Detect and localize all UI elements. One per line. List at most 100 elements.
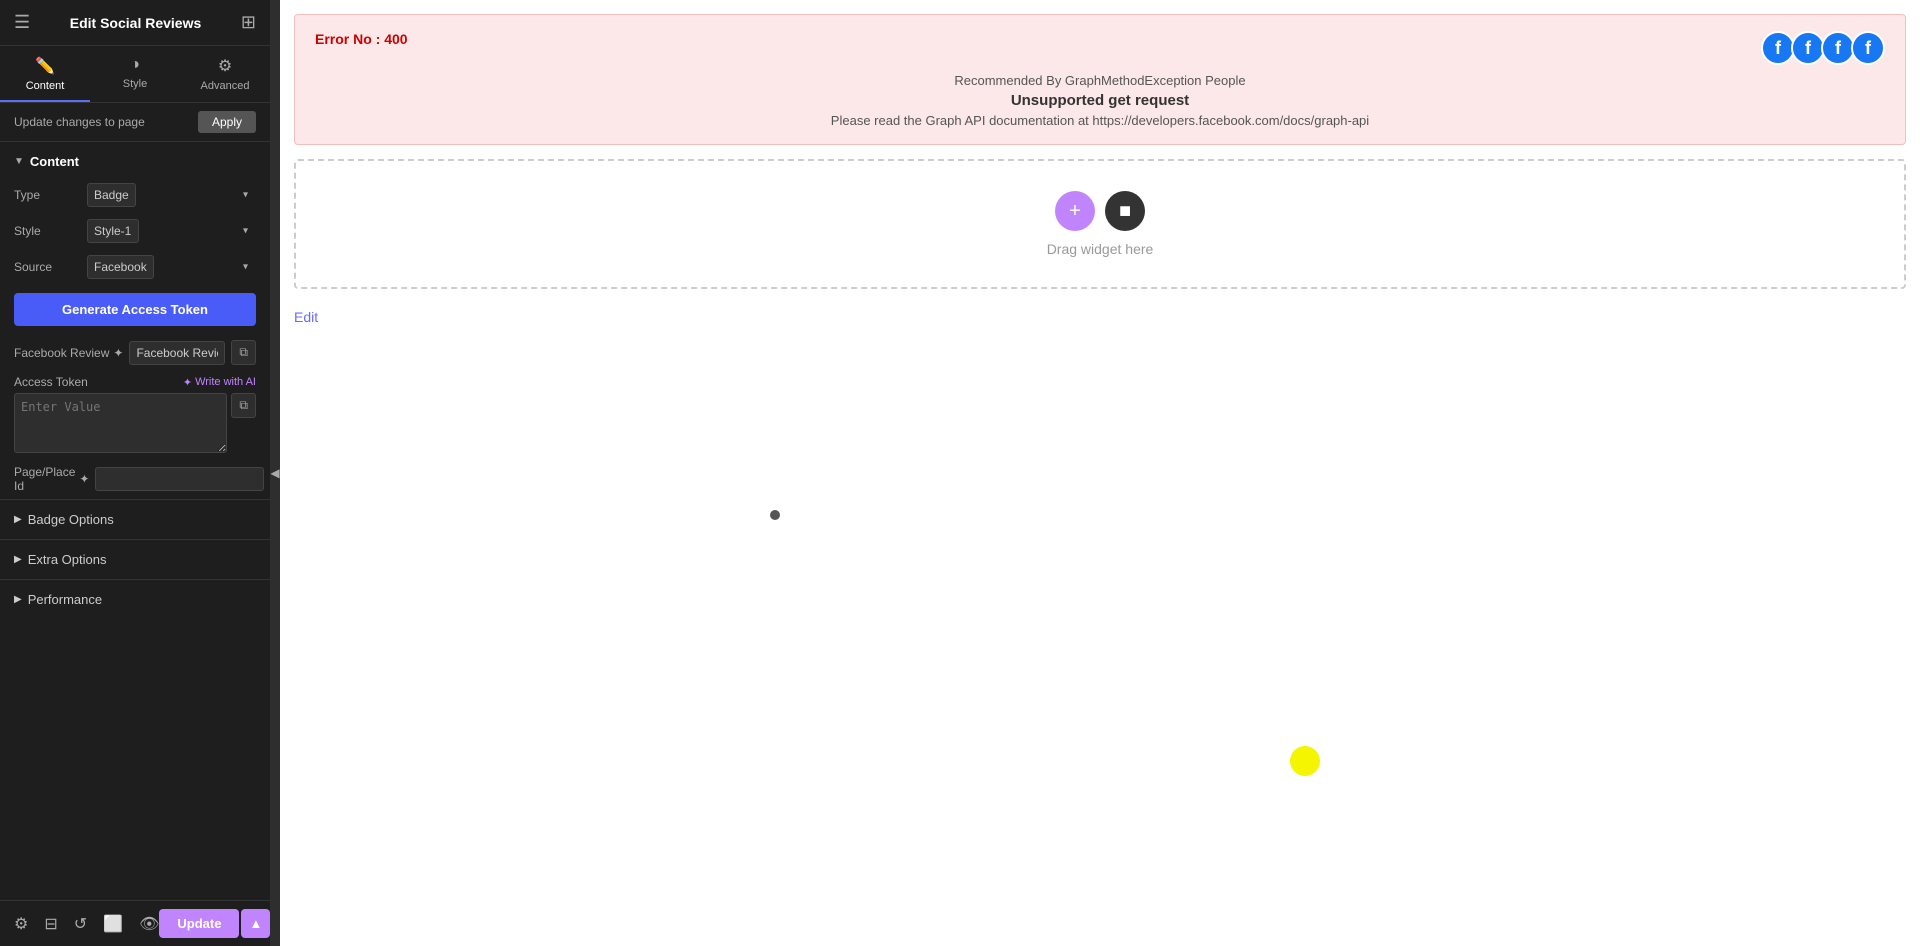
badge-options-header[interactable]: ▶ Badge Options: [0, 500, 270, 539]
sidebar-body: ▼ Content Type Badge Style Style-1 Sourc…: [0, 142, 270, 900]
facebook-review-label: Facebook Review ✦: [14, 346, 123, 360]
facebook-review-select[interactable]: Facebook Reviews: [129, 341, 225, 365]
sidebar-footer: ⚙ ⊟ ↺ ⬜ 👁 Update ▲: [0, 900, 270, 946]
extra-options-header[interactable]: ▶ Extra Options: [0, 540, 270, 579]
cursor-dot: [770, 510, 780, 520]
access-token-section: Access Token ✦ Write with AI ⧉: [0, 371, 270, 459]
apply-button[interactable]: Apply: [198, 111, 256, 133]
extra-options-label: Extra Options: [28, 552, 107, 567]
chevron-up-button[interactable]: ▲: [241, 909, 270, 938]
tabs-bar: ✏️ Content ◑ Style ⚙ Advanced: [0, 46, 270, 103]
style-field-row: Style Style-1: [0, 213, 270, 249]
page-place-id-row: Page/Place Id ✦ ⧉: [0, 459, 270, 499]
page-place-id-label: Page/Place Id ✦: [14, 465, 89, 493]
page-place-id-label-text: Page/Place Id: [14, 465, 75, 493]
facebook-review-row: Facebook Review ✦ Facebook Reviews ⧉: [0, 334, 270, 371]
sidebar-header: ☰ Edit Social Reviews ⊞: [0, 0, 270, 46]
badge-options-label: Badge Options: [28, 512, 114, 527]
write-ai-label: Write with AI: [195, 376, 256, 388]
tab-style[interactable]: ◑ Style: [90, 46, 180, 102]
type-select-wrapper: Badge: [87, 183, 256, 207]
advanced-tab-icon: ⚙: [218, 56, 232, 76]
error-box: Error No : 400 f f f f Recommended By Gr…: [294, 14, 1906, 145]
drag-widget-icons: + ■: [1055, 191, 1145, 231]
style-tab-icon: ◑: [130, 56, 140, 74]
grid-icon[interactable]: ⊞: [241, 12, 256, 33]
style-select[interactable]: Style-1: [87, 219, 139, 243]
history-footer-icon[interactable]: ↺: [74, 914, 87, 934]
update-bar: Update changes to page Apply: [0, 103, 270, 142]
generate-access-token-button[interactable]: Generate Access Token: [14, 293, 256, 326]
badge-options-arrow: ▶: [14, 514, 22, 525]
layers-footer-icon[interactable]: ⊟: [44, 914, 57, 934]
sidebar-collapse-handle[interactable]: ◀: [270, 0, 280, 946]
sparkle-ai-icon: ✦: [183, 376, 192, 389]
extra-options-arrow: ▶: [14, 554, 22, 565]
fb-icon-1: f: [1761, 31, 1795, 65]
advanced-tab-label: Advanced: [201, 80, 250, 92]
error-header: Error No : 400 f f f f: [315, 31, 1885, 65]
edit-link[interactable]: Edit: [280, 303, 332, 331]
content-section-label: Content: [30, 154, 79, 169]
content-section-header[interactable]: ▼ Content: [0, 142, 270, 177]
access-token-textarea[interactable]: [14, 393, 227, 453]
error-number: Error No : 400: [315, 31, 408, 47]
fb-review-select-wrapper: Facebook Reviews: [129, 341, 225, 365]
type-select[interactable]: Badge: [87, 183, 136, 207]
eye-footer-icon[interactable]: 👁: [139, 914, 159, 934]
performance-label: Performance: [28, 592, 102, 607]
source-select-wrapper: Facebook: [87, 255, 256, 279]
access-token-label-row: Access Token ✦ Write with AI: [14, 375, 256, 389]
sidebar-title: Edit Social Reviews: [70, 15, 202, 31]
error-recommended: Recommended By GraphMethodException Peop…: [315, 73, 1885, 88]
settings-footer-icon[interactable]: ⚙: [14, 914, 28, 934]
sparkle-icon: ✦: [113, 346, 123, 360]
source-select[interactable]: Facebook: [87, 255, 154, 279]
fb-icons: f f f f: [1761, 31, 1885, 65]
widget-icon[interactable]: ■: [1105, 191, 1145, 231]
drag-widget-area: + ■ Drag widget here: [294, 159, 1906, 289]
facebook-review-label-text: Facebook Review: [14, 346, 109, 360]
footer-icons: ⚙ ⊟ ↺ ⬜ 👁: [14, 914, 159, 934]
error-please-read: Please read the Graph API documentation …: [315, 113, 1885, 128]
sidebar: ☰ Edit Social Reviews ⊞ ✏️ Content ◑ Sty…: [0, 0, 270, 946]
error-body: Recommended By GraphMethodException Peop…: [315, 73, 1885, 128]
source-label: Source: [14, 260, 79, 274]
style-tab-label: Style: [123, 78, 147, 90]
add-widget-button[interactable]: +: [1055, 191, 1095, 231]
hamburger-icon[interactable]: ☰: [14, 12, 30, 33]
badge-options-section: ▶ Badge Options: [0, 499, 270, 539]
style-label: Style: [14, 224, 79, 238]
write-with-ai-button[interactable]: ✦ Write with AI: [183, 376, 256, 389]
access-token-copy-button[interactable]: ⧉: [231, 393, 256, 418]
yellow-dot-indicator: [1290, 746, 1320, 776]
performance-header[interactable]: ▶ Performance: [0, 580, 270, 619]
content-tab-icon: ✏️: [35, 56, 55, 76]
source-field-row: Source Facebook: [0, 249, 270, 285]
extra-options-section: ▶ Extra Options: [0, 539, 270, 579]
page-place-id-input[interactable]: [95, 467, 264, 491]
main-content: Error No : 400 f f f f Recommended By Gr…: [280, 0, 1920, 946]
fb-icon-2: f: [1791, 31, 1825, 65]
drag-widget-text: Drag widget here: [1047, 241, 1154, 257]
facebook-review-copy-button[interactable]: ⧉: [231, 340, 256, 365]
performance-arrow: ▶: [14, 594, 22, 605]
error-unsupported: Unsupported get request: [315, 92, 1885, 109]
access-token-label: Access Token: [14, 375, 88, 389]
content-tab-label: Content: [26, 80, 65, 92]
performance-section: ▶ Performance: [0, 579, 270, 619]
tab-advanced[interactable]: ⚙ Advanced: [180, 46, 270, 102]
tab-content[interactable]: ✏️ Content: [0, 46, 90, 102]
responsive-footer-icon[interactable]: ⬜: [103, 914, 123, 934]
type-field-row: Type Badge: [0, 177, 270, 213]
type-label: Type: [14, 188, 79, 202]
fb-icon-4: f: [1851, 31, 1885, 65]
content-section-arrow: ▼: [14, 156, 24, 167]
collapse-handle-icon: ◀: [270, 466, 279, 480]
access-token-input-row: ⧉: [14, 393, 256, 453]
page-place-sparkle-icon: ✦: [79, 472, 89, 486]
update-footer-button[interactable]: Update: [159, 909, 239, 938]
fb-icon-3: f: [1821, 31, 1855, 65]
update-bar-text: Update changes to page: [14, 115, 145, 129]
style-select-wrapper: Style-1: [87, 219, 256, 243]
